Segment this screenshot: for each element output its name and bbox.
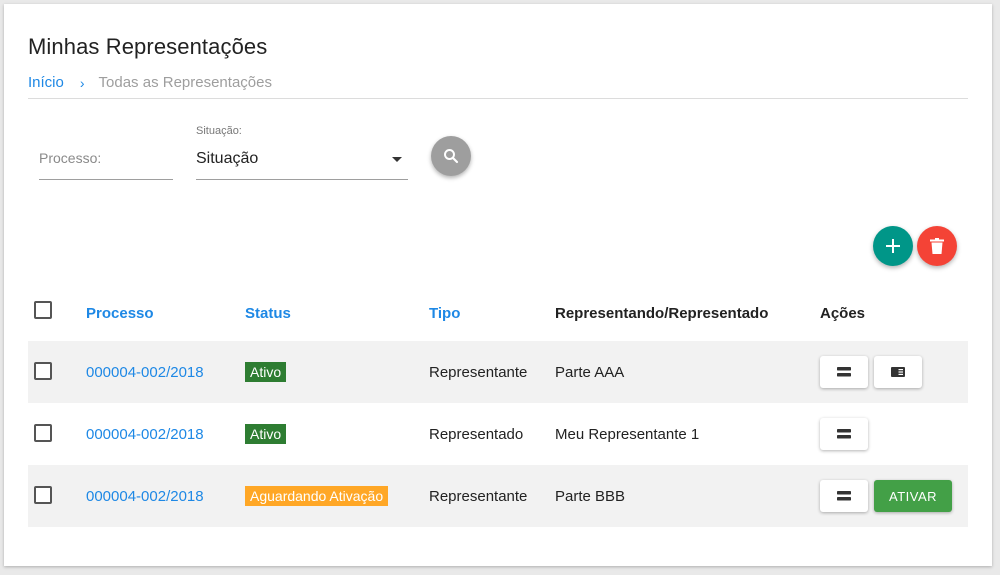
- row-checkbox[interactable]: [34, 486, 52, 504]
- detail-icon: [837, 429, 851, 439]
- breadcrumb-current: Todas as Representações: [98, 74, 272, 91]
- breadcrumb: Início › Todas as Representações: [28, 74, 272, 91]
- column-header-processo[interactable]: Processo: [86, 286, 154, 341]
- row-checkbox[interactable]: [34, 362, 52, 380]
- column-header-acoes: Ações: [820, 305, 866, 322]
- detail-icon: [837, 491, 851, 501]
- representations-table: Processo Status Tipo Representando/Repre…: [28, 286, 968, 527]
- trash-icon: [930, 238, 944, 254]
- actions-cell: ATIVAR: [820, 465, 952, 527]
- actions-cell: [820, 341, 928, 403]
- caret-down-icon: [392, 157, 402, 162]
- table-row: 000004-002/2018 Ativo Representante Part…: [28, 341, 968, 403]
- details-button[interactable]: [820, 356, 868, 388]
- search-button[interactable]: [431, 136, 471, 176]
- column-header-status[interactable]: Status: [245, 286, 291, 341]
- processo-field: [39, 142, 173, 180]
- situacao-select[interactable]: Situação: Situação: [196, 122, 408, 180]
- card-icon: [891, 367, 905, 377]
- add-button[interactable]: [873, 226, 913, 266]
- divider: [28, 98, 968, 99]
- row-checkbox[interactable]: [34, 424, 52, 442]
- table-row: 000004-002/2018 Ativo Representado Meu R…: [28, 403, 968, 465]
- tipo-cell: Representante: [429, 363, 528, 381]
- column-header-representando: Representando/Representado: [555, 305, 769, 322]
- situacao-value: Situação: [196, 150, 259, 167]
- column-header-tipo[interactable]: Tipo: [429, 286, 460, 341]
- actions-cell: [820, 403, 874, 465]
- select-all-checkbox[interactable]: [34, 301, 52, 319]
- tipo-cell: Representado: [429, 425, 524, 443]
- status-badge: Ativo: [245, 362, 287, 382]
- status-badge: Ativo: [245, 424, 287, 444]
- tipo-cell: Representante: [429, 487, 528, 505]
- delete-button[interactable]: [917, 226, 957, 266]
- representando-cell: Parte AAA: [555, 363, 625, 381]
- situacao-label: Situação:: [196, 125, 242, 137]
- table-header: Processo Status Tipo Representando/Repre…: [28, 286, 968, 341]
- breadcrumb-home-link[interactable]: Início: [28, 74, 64, 91]
- processo-link[interactable]: 000004-002/2018: [86, 364, 204, 381]
- processo-link[interactable]: 000004-002/2018: [86, 488, 204, 505]
- page-title: Minhas Representações: [28, 34, 268, 59]
- representando-cell: Meu Representante 1: [555, 425, 700, 443]
- detail-icon: [837, 367, 851, 377]
- details-button[interactable]: [820, 418, 868, 450]
- status-badge: Aguardando Ativação: [245, 486, 389, 506]
- plus-icon: [886, 239, 900, 253]
- chevron-right-icon: ›: [79, 74, 85, 91]
- processo-input[interactable]: [39, 142, 173, 166]
- representando-cell: Parte BBB: [555, 487, 626, 505]
- processo-link[interactable]: 000004-002/2018: [86, 426, 204, 443]
- activate-button[interactable]: ATIVAR: [874, 480, 952, 512]
- details-button[interactable]: [820, 480, 868, 512]
- table-row: 000004-002/2018 Aguardando Ativação Repr…: [28, 465, 968, 527]
- main-card: Minhas Representações Início › Todas as …: [4, 4, 992, 566]
- view-card-button[interactable]: [874, 356, 922, 388]
- search-icon: [444, 149, 459, 164]
